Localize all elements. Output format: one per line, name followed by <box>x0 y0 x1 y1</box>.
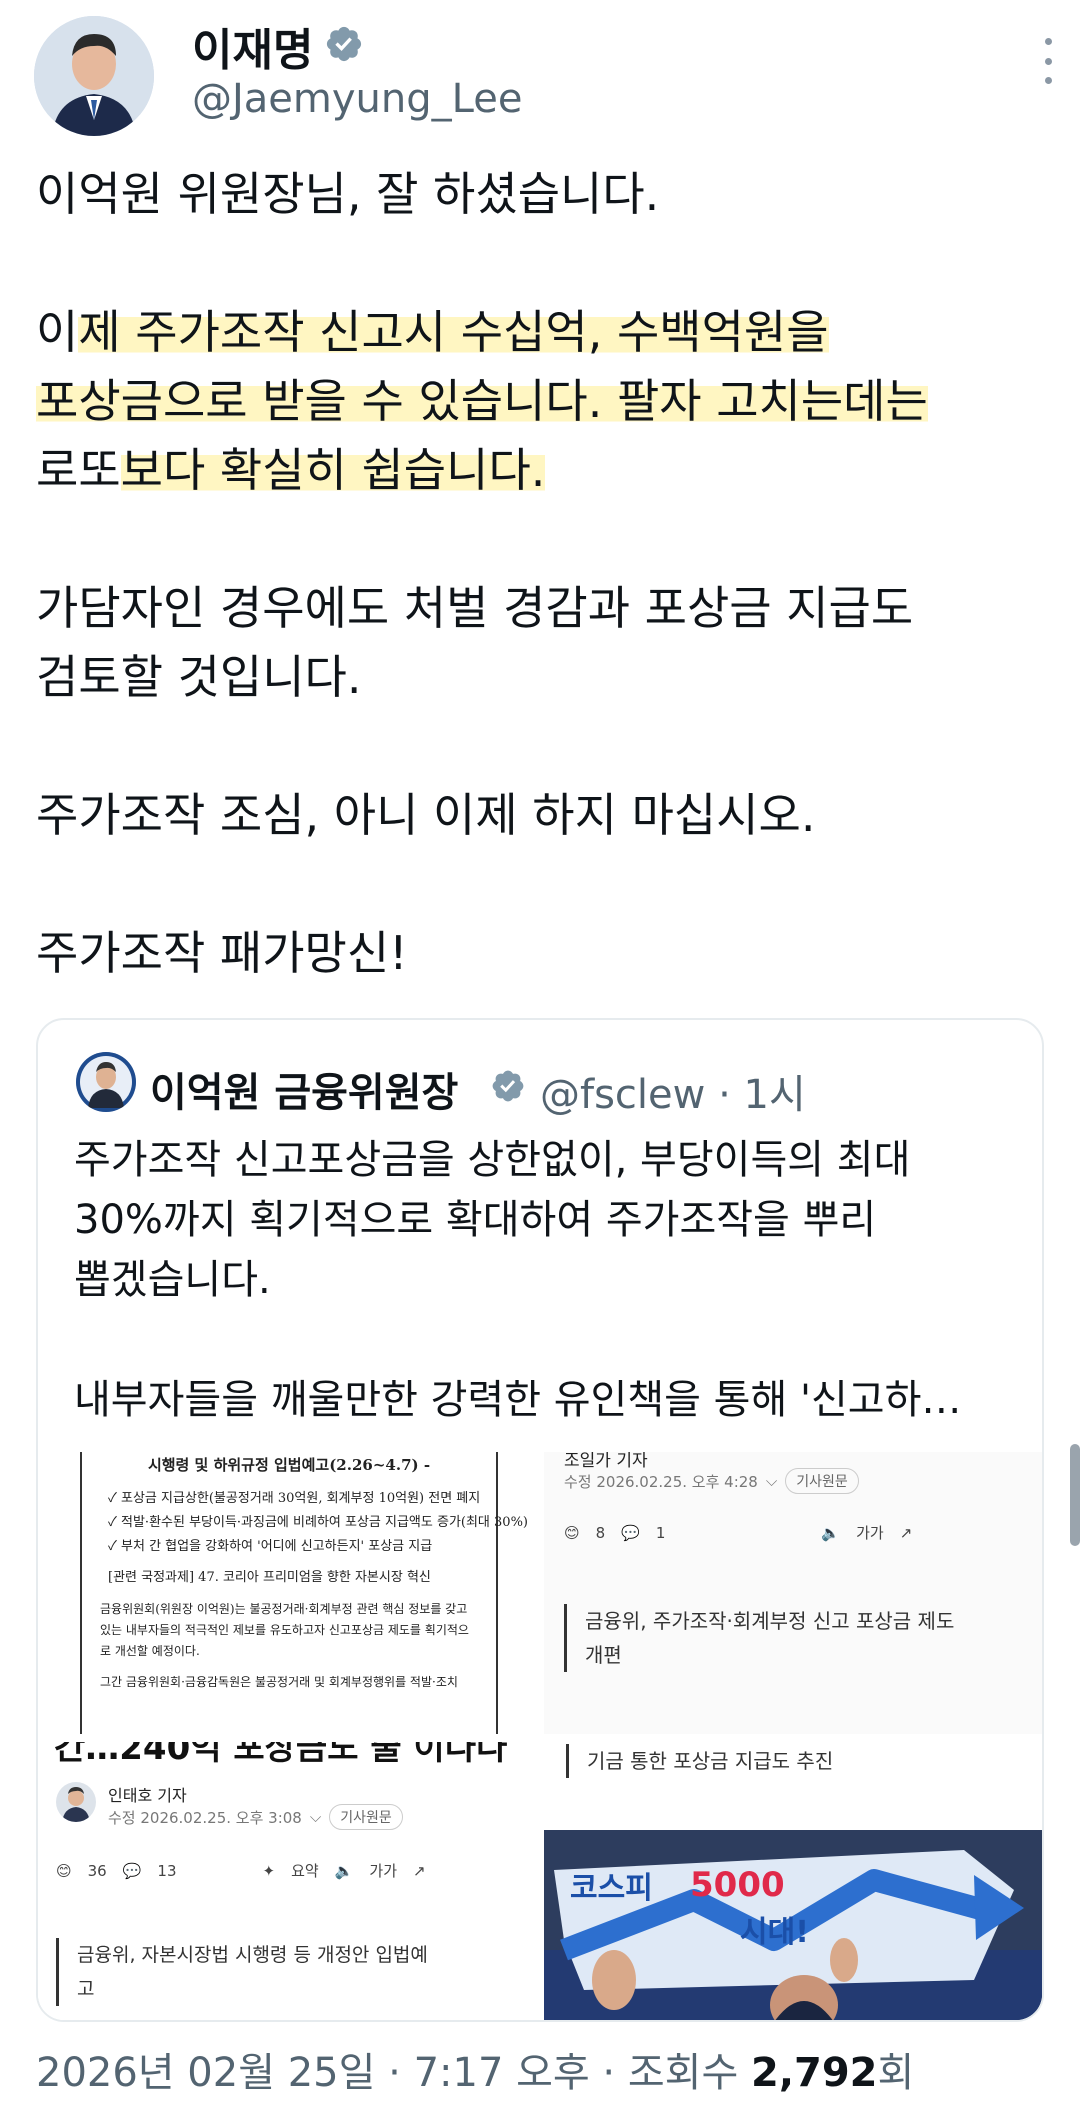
reaction-count: 36 <box>87 1861 107 1880</box>
comment-count: 13 <box>157 1861 177 1880</box>
doc-paragraph: 그간 금융위원회·금융감독원은 불공정거래 및 회계부정행위를 적발·조치 <box>100 1675 458 1689</box>
comment-count: 1 <box>655 1523 666 1542</box>
media-article-c[interactable]: 기금 통한 포상금 지급도 추진 코스피 5000 시대! <box>544 1742 1042 2020</box>
tweet-line: 로또보다 확실히 쉽습니다. <box>36 443 546 497</box>
reaction-emoji-icon: 😊 <box>564 1523 580 1542</box>
media-grid[interactable]: 시행령 및 하위규정 입법예고(2.26~4.7) - ✓ 포상금 지급상한(불… <box>38 1452 1042 2020</box>
doc-paragraph: 금융위원회(위원장 이억원)는 불공정거래·회계부정 관련 핵심 정보를 갖고 … <box>100 1602 469 1658</box>
font-size-label: 가가 <box>856 1524 884 1542</box>
reaction-emoji-icon: 😊 <box>56 1861 72 1880</box>
quote-text: 주가조작 신고포상금을 상한없이, 부당이득의 최대 30%까지 획기적으로 확… <box>74 1130 1034 1430</box>
tweet-line: 검토할 것입니다. <box>36 650 362 704</box>
quote-tweet-card[interactable]: 이억원 금융위원장 @fsclew · 1시 주가조작 신고포상금을 상한없이,… <box>36 1018 1044 2022</box>
quote-line: 주가조작 신고포상금을 상한없이, 부당이득의 최대 <box>74 1137 911 1183</box>
view-count-suffix: 회 <box>877 2050 915 2096</box>
share-icon: ↗ <box>899 1523 913 1542</box>
font-size-label: 가가 <box>369 1862 397 1880</box>
verified-badge-icon <box>490 1068 526 1104</box>
quote-author-handle[interactable]: @fsclew · 1시 <box>540 1062 806 1120</box>
tweet-text: 이억원 위원장님, 잘 하셨습니다. 이제 주가조작 신고시 수십억, 수백억원… <box>36 160 1046 988</box>
quote-line: 뽑겠습니다. <box>74 1257 271 1303</box>
doc-note: [관련 국정과제] 47. 코리아 프리미엄을 향한 자본시장 혁신 <box>108 1570 431 1585</box>
reporter-avatar <box>56 1782 96 1822</box>
doc-title: 시행령 및 하위규정 입법예고(2.26~4.7) - <box>147 1456 431 1474</box>
summary-line: 금융위, 주가조작·회계부정 신고 포상금 제도 <box>585 1609 955 1633</box>
quote-line: 30%까지 획기적으로 확대하여 주가조작을 뿌리 <box>74 1197 877 1243</box>
reaction-count: 8 <box>595 1523 606 1542</box>
summary-line: 금융위, 자본시장법 시행령 등 개정안 입법예 <box>77 1944 428 1966</box>
article-date: 수정 2026.02.25. 오후 4:28 <box>564 1472 758 1491</box>
reporter-name: 인태호 기자 <box>108 1786 187 1805</box>
audio-icon: 🔈 <box>334 1861 354 1880</box>
tweet-timestamp[interactable]: 2026년 02월 25일 · 7:17 오후 · 조회수 2,792회 <box>36 2040 914 2098</box>
kospi-rally-photo: 코스피 5000 시대! <box>544 1830 1042 2020</box>
verified-badge-icon <box>324 24 364 64</box>
media-document-image[interactable]: 시행령 및 하위규정 입법예고(2.26~4.7) - ✓ 포상금 지급상한(불… <box>38 1452 536 1734</box>
author-avatar[interactable] <box>34 16 154 136</box>
quote-time: · 1시 <box>718 1072 806 1118</box>
share-icon: ↗ <box>413 1861 426 1880</box>
quote-line: 내부자들을 깨울만한 강력한 유인책을 통해 '신고하… <box>74 1377 962 1423</box>
scrollbar[interactable] <box>1070 1444 1080 1546</box>
chevron-down-icon: ⌵ <box>765 1472 778 1490</box>
article-meta: 수정 2026.02.25. 오후 4:28 ⌵ 기사원문 <box>564 1468 859 1494</box>
article-actions: 😊 36 💬 13 ✦ 요약 🔈 가가 ↗ <box>56 1860 426 1881</box>
article-meta: 수정 2026.02.25. 오후 3:08 ⌵ 기사원문 <box>108 1804 403 1830</box>
author-name[interactable]: 이재명 <box>192 14 313 78</box>
article-summary: 기금 통한 포상금 지급도 추진 <box>566 1744 833 1778</box>
tweet-line: 가담자인 경우에도 처벌 경감과 포상금 지급도 <box>36 581 914 635</box>
doc-bullet: ✓ 부처 간 협업을 강화하여 '어디에 신고하든지' 포상금 지급 <box>108 1539 433 1554</box>
media-article-b[interactable]: 간…240억 포상금도 줄 이다다 인태호 기자 수정 2026.02.25. … <box>38 1742 536 2020</box>
author-handle[interactable]: @Jaemyung_Lee <box>192 76 522 122</box>
comment-icon: 💬 <box>621 1523 640 1542</box>
original-article-button: 기사원문 <box>785 1468 859 1494</box>
timestamp-text: 2026년 02월 25일 · 7:17 오후 · 조회수 <box>36 2050 739 2096</box>
summary-label: 요약 <box>291 1862 319 1880</box>
chevron-down-icon: ⌵ <box>309 1808 322 1826</box>
article-date: 수정 2026.02.25. 오후 3:08 <box>108 1808 302 1827</box>
summary-line: 기금 통한 포상금 지급도 추진 <box>587 1749 834 1773</box>
summary-line: 고 <box>77 1978 95 2000</box>
article-summary-area: 기금 통한 포상금 지급도 추진 <box>544 1742 1042 1830</box>
article-summary: 금융위, 자본시장법 시행령 등 개정안 입법예 고 <box>56 1938 428 2006</box>
article-summary: 금융위, 주가조작·회계부정 신고 포상금 제도 개편 <box>564 1604 954 1672</box>
doc-bullet: ✓ 포상금 지급상한(불공정거래 30억원, 회계부정 10억원) 전면 폐지 <box>108 1491 481 1506</box>
summary-line: 개편 <box>585 1643 622 1667</box>
original-article-button: 기사원문 <box>329 1804 403 1830</box>
tweet-line: 주가조작 조심, 아니 이제 하지 마십시오. <box>36 788 816 842</box>
comment-icon: 💬 <box>122 1861 142 1880</box>
sparkle-icon: ✦ <box>262 1861 276 1880</box>
article-actions: 😊 8 💬 1 🔈 가가 ↗ <box>564 1522 912 1543</box>
media-article-a[interactable]: 조일가 기자 수정 2026.02.25. 오후 4:28 ⌵ 기사원문 😊 8 💬… <box>544 1452 1042 1734</box>
tweet-line: 이제 주가조작 신고시 수십억, 수백억원을 <box>36 305 829 359</box>
tweet-line: 이억원 위원장님, 잘 하셨습니다. <box>36 167 660 221</box>
sign-text: 코스피 <box>570 1871 653 1906</box>
view-count: 2,792 <box>750 2050 878 2096</box>
more-options-icon[interactable] <box>1036 38 1060 84</box>
quote-author-name[interactable]: 이억원 금융위원장 <box>150 1060 458 1118</box>
tweet-line-highlighted: 제 주가조작 신고시 수십억, 수백억원을 <box>78 305 829 359</box>
tweet-line: 주가조작 패가망신! <box>36 926 408 980</box>
sign-text: 시대! <box>740 1915 809 1950</box>
article-headline: 간…240억 포상금도 줄 이다다 <box>54 1742 508 1768</box>
tweet-line-highlighted: 보다 확실히 쉽습니다. <box>120 443 546 497</box>
audio-icon: 🔈 <box>821 1523 841 1542</box>
doc-bullet: ✓ 적발·환수된 부당이득·과징금에 비례하여 포상금 지급액도 증가(최대 3… <box>108 1515 528 1530</box>
tweet-line-highlighted: 포상금으로 받을 수 있습니다. 팔자 고치는데는 <box>36 374 928 428</box>
quote-author-avatar[interactable] <box>76 1052 136 1112</box>
document-scan: 시행령 및 하위규정 입법예고(2.26~4.7) - ✓ 포상금 지급상한(불… <box>80 1452 528 1734</box>
tweet-line: 포상금으로 받을 수 있습니다. 팔자 고치는데는 <box>36 367 1046 436</box>
sign-text: 5000 <box>690 1865 785 1905</box>
